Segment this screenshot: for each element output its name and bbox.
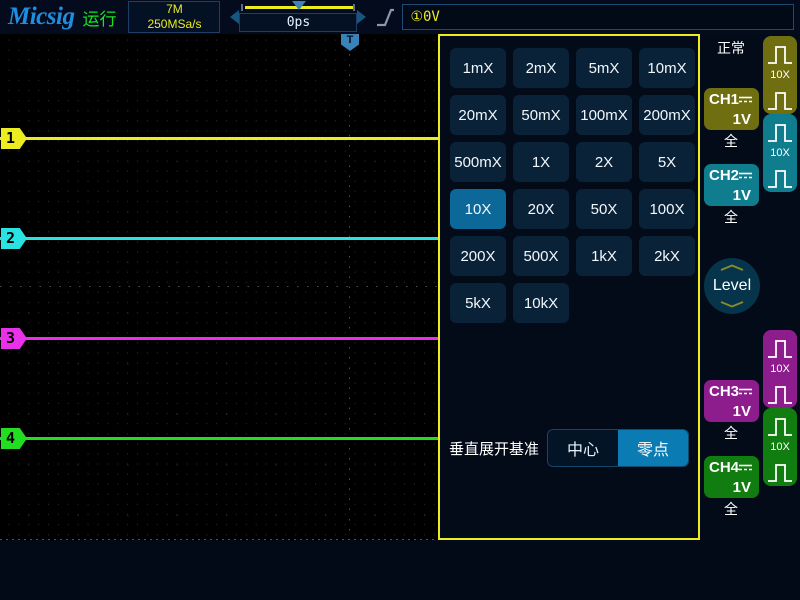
sample-rate-value: 250MSa/s	[147, 17, 202, 31]
probe-attenuation-dialog[interactable]: 1mX 2mX 5mX 10mX 20mX 50mX 100mX 200mX 500mX 1X 2X…	[438, 34, 700, 540]
pulse-icon	[768, 46, 792, 64]
reference-option-中心[interactable]: 中心	[548, 430, 619, 466]
probe-option-200X[interactable]: 200X	[450, 236, 506, 276]
horizontal-position-control[interactable]: 0ps	[230, 1, 367, 33]
channel-scale-label: 1V	[732, 403, 751, 420]
probe-option-100mX[interactable]: 100mX	[576, 95, 632, 135]
position-slider[interactable]: 0ps	[239, 1, 358, 33]
brand-logo: Micsig	[8, 3, 75, 30]
probe-option-2mX[interactable]: 2mX	[513, 48, 569, 88]
probe-option-2X[interactable]: 2X	[576, 142, 632, 182]
probe-column-ch2[interactable]: 10X	[763, 114, 797, 192]
reference-option-零点[interactable]: 零点	[618, 430, 689, 466]
pulse-icon	[768, 418, 792, 436]
pulse-icon	[768, 170, 792, 188]
pulse-icon	[768, 92, 792, 110]
trigger-level-readout[interactable]: ①0V	[402, 4, 794, 30]
channel-button-ch3[interactable]: CH3 1V	[704, 380, 759, 422]
grid-center-vertical	[349, 34, 350, 540]
channel-scale-label: 1V	[732, 187, 751, 204]
trigger-level-value: ①0V	[410, 9, 440, 25]
probe-option-20mX[interactable]: 20mX	[450, 95, 506, 135]
channel-name-label: CH1	[709, 91, 740, 108]
probe-ratio-label: 10X	[770, 147, 790, 159]
channel-bandwidth-ch2[interactable]: 全	[700, 207, 762, 227]
waveform-trace-ch4	[0, 437, 438, 440]
probe-option-1X[interactable]: 1X	[513, 142, 569, 182]
probe-option-100X[interactable]: 100X	[639, 189, 695, 229]
probe-option-10X[interactable]: 10X	[450, 189, 506, 229]
pulse-icon	[768, 340, 792, 358]
channel-scale-label: 1V	[732, 479, 751, 496]
dc-coupling-icon	[739, 464, 752, 471]
channel-button-ch4[interactable]: CH4 1V	[704, 456, 759, 498]
oscilloscope-screen: Micsig 运行 7M 250MSa/s 0ps ①0V T 123 4 1m…	[0, 0, 800, 600]
probe-option-5X[interactable]: 5X	[639, 142, 695, 182]
bottom-toolbar: 微调 快速 保存 2ms	[0, 540, 800, 600]
probe-option-10mX[interactable]: 10mX	[639, 48, 695, 88]
probe-ratio-label: 10X	[770, 363, 790, 375]
channel-button-ch2[interactable]: CH2 1V	[704, 164, 759, 206]
channel-name-label: CH2	[709, 167, 740, 184]
channel-sidebar: 正常 CH1 1V 全 10X CH2 1V 全 10X CH3 1V 全 10X CH4 1V 全 10X …	[700, 34, 800, 540]
probe-option-grid: 1mX 2mX 5mX 10mX 20mX 50mX 100mX 200mX 500mX 1X 2X…	[440, 36, 698, 323]
vertical-reference-label: 垂直展开基准	[449, 440, 540, 458]
probe-option-5kX[interactable]: 5kX	[450, 283, 506, 323]
probe-option-20X[interactable]: 20X	[513, 189, 569, 229]
probe-option-500mX[interactable]: 500mX	[450, 142, 506, 182]
dc-coupling-icon	[739, 96, 752, 103]
probe-option-50X[interactable]: 50X	[576, 189, 632, 229]
top-status-bar: Micsig 运行 7M 250MSa/s 0ps ①0V	[0, 0, 800, 34]
acquisition-info[interactable]: 7M 250MSa/s	[128, 1, 221, 33]
probe-option-200mX[interactable]: 200mX	[639, 95, 695, 135]
waveform-trace-ch2	[0, 237, 438, 240]
pulse-icon	[768, 464, 792, 482]
probe-ratio-label: 10X	[770, 69, 790, 81]
rising-edge-icon[interactable]	[374, 5, 396, 29]
channel-scale-label: 1V	[732, 111, 751, 128]
probe-column-ch4[interactable]: 10X	[763, 408, 797, 486]
chevron-down-icon	[720, 301, 744, 308]
probe-option-1mX[interactable]: 1mX	[450, 48, 506, 88]
pulse-icon	[768, 124, 792, 142]
pulse-icon	[768, 386, 792, 404]
probe-column-ch1[interactable]: 10X	[763, 36, 797, 114]
waveform-trace-ch3	[0, 337, 438, 340]
probe-option-1kX[interactable]: 1kX	[576, 236, 632, 276]
probe-option-2kX[interactable]: 2kX	[639, 236, 695, 276]
waveform-trace-ch1	[0, 137, 438, 140]
channel-bandwidth-ch4[interactable]: 全	[700, 499, 762, 519]
probe-option-10kX[interactable]: 10kX	[513, 283, 569, 323]
dc-coupling-icon	[739, 172, 752, 179]
probe-option-5mX[interactable]: 5mX	[576, 48, 632, 88]
position-handle-icon[interactable]	[292, 1, 307, 10]
channel-name-label: CH3	[709, 383, 740, 400]
position-left-arrow-icon[interactable]	[230, 10, 240, 24]
vertical-reference-row: 垂直展开基准 中心 零点	[440, 428, 702, 468]
position-value: 0ps	[239, 13, 358, 32]
probe-option-50mX[interactable]: 50mX	[513, 95, 569, 135]
chevron-up-icon	[720, 264, 744, 271]
position-right-arrow-icon[interactable]	[357, 10, 367, 24]
memory-depth-value: 7M	[166, 2, 183, 16]
run-state-label[interactable]: 运行	[82, 5, 116, 30]
channel-button-ch1[interactable]: CH1 1V	[704, 88, 759, 130]
probe-ratio-label: 10X	[770, 441, 790, 453]
trigger-mode-label[interactable]: 正常	[700, 38, 762, 58]
level-label: Level	[712, 277, 752, 294]
channel-bandwidth-ch3[interactable]: 全	[700, 423, 762, 443]
channel-name-label: CH4	[709, 459, 740, 476]
dc-coupling-icon	[739, 388, 752, 395]
probe-column-ch3[interactable]: 10X	[763, 330, 797, 408]
trigger-level-knob[interactable]: Level	[704, 258, 760, 314]
channel-bandwidth-ch1[interactable]: 全	[700, 131, 762, 151]
vertical-reference-segmented[interactable]: 中心 零点	[547, 429, 690, 467]
probe-option-500X[interactable]: 500X	[513, 236, 569, 276]
